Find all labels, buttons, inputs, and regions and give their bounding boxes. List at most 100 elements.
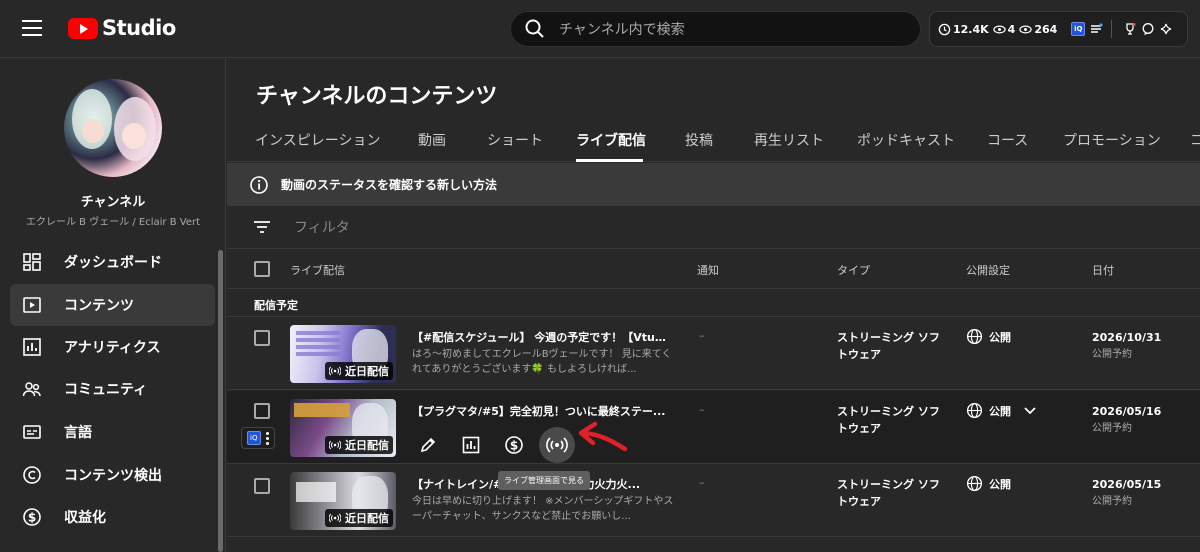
list-icon[interactable] xyxy=(1089,22,1103,36)
sidebar-item-content-detection[interactable]: コンテンツ検出 xyxy=(10,454,215,496)
tab-playlists[interactable]: 再生リスト xyxy=(754,130,824,150)
viewers-stat: 264 xyxy=(1019,23,1057,36)
video-thumbnail[interactable]: 近日配信 xyxy=(290,399,396,457)
upcoming-badge: 近日配信 xyxy=(325,436,393,454)
column-notify[interactable]: 通知 xyxy=(697,262,719,278)
more-options-icon[interactable] xyxy=(266,431,270,445)
info-banner[interactable]: 動画のステータスを確認する新しい方法 xyxy=(227,163,1200,206)
community-icon xyxy=(22,382,41,397)
sidebar-item-content[interactable]: コンテンツ xyxy=(10,284,215,326)
content-icon xyxy=(23,297,41,313)
monetization-button[interactable]: $ xyxy=(496,427,532,463)
stream-type: ストリーミング ソフ トウェア xyxy=(837,405,940,435)
analytics-icon xyxy=(23,338,41,356)
table-row[interactable]: 近日配信 【#配信スケジュール】 今週の予定です！【Vtub... はろ～初めま… xyxy=(227,317,1200,390)
sidebar-item-monetization[interactable]: $ 収益化 xyxy=(10,496,215,538)
notify-value: – xyxy=(699,476,705,489)
filter-bar[interactable]: フィルタ xyxy=(227,206,1200,249)
column-visibility[interactable]: 公開設定 xyxy=(966,262,1010,278)
live-icon xyxy=(329,440,341,450)
section-header: 配信予定 xyxy=(227,289,1200,317)
chat-icon[interactable] xyxy=(1141,22,1155,36)
dollar-icon: $ xyxy=(23,508,41,526)
column-type[interactable]: タイプ xyxy=(837,262,870,278)
video-thumbnail[interactable]: 近日配信 xyxy=(290,325,396,383)
upcoming-badge: 近日配信 xyxy=(325,509,393,527)
video-thumbnail[interactable]: 近日配信 xyxy=(290,472,396,530)
sparkle-icon[interactable] xyxy=(1159,22,1173,36)
channel-avatar[interactable] xyxy=(64,79,162,177)
tab-courses[interactable]: コース xyxy=(987,130,1028,150)
video-title[interactable]: 【プラグマタ/#5】完全初見！ついに最終ステー... xyxy=(412,403,672,419)
trophy-icon[interactable] xyxy=(1123,22,1137,36)
stream-type: ストリーミング ソフ トウェア xyxy=(837,478,940,508)
clock-icon xyxy=(938,23,951,35)
sidebar-item-dashboard[interactable]: ダッシュボード xyxy=(10,241,215,283)
row-checkbox[interactable] xyxy=(254,403,270,419)
tab-promotions[interactable]: プロモーション xyxy=(1063,130,1161,150)
active-tab-indicator xyxy=(576,159,643,162)
extension-widget[interactable]: iQ xyxy=(241,427,275,449)
sidebar-item-languages[interactable]: 言語 xyxy=(10,411,215,453)
search-input[interactable]: チャンネル内で検索 xyxy=(510,11,921,47)
top-bar: Studio チャンネル内で検索 12.4K 4 264 iQ xyxy=(0,0,1200,58)
stats-extension-bar[interactable]: 12.4K 4 264 iQ xyxy=(929,11,1188,47)
main-content: チャンネルのコンテンツ インスピレーション 動画 ショート ライブ配信 投稿 再… xyxy=(227,58,1200,552)
tab-shorts[interactable]: ショート xyxy=(487,130,543,150)
column-date[interactable]: 日付 xyxy=(1092,262,1114,278)
notify-value: – xyxy=(699,329,705,342)
info-icon xyxy=(250,175,268,194)
tab-live[interactable]: ライブ配信 xyxy=(576,130,646,150)
search-icon xyxy=(525,19,544,38)
live-control-room-button[interactable] xyxy=(539,427,575,463)
visibility-value[interactable]: 公開 xyxy=(966,475,1011,492)
row-checkbox[interactable] xyxy=(254,478,270,494)
visibility-dropdown[interactable]: 公開 xyxy=(966,402,1037,419)
select-all-checkbox[interactable] xyxy=(254,261,270,277)
sidebar-item-community[interactable]: コミュニティ xyxy=(10,368,215,410)
extension-badge-icon: iQ xyxy=(246,431,261,445)
red-arrow-annotation xyxy=(578,421,628,452)
tab-podcasts[interactable]: ポッドキャスト xyxy=(857,130,955,150)
channel-name: エクレール B ヴェール / Eclair B Vert xyxy=(25,217,201,228)
edit-button[interactable] xyxy=(410,427,446,463)
eye-icon xyxy=(992,25,1006,33)
sidebar-item-analytics[interactable]: アナリティクス xyxy=(10,326,215,368)
visibility-value[interactable]: 公開 xyxy=(966,328,1011,345)
row-checkbox[interactable] xyxy=(254,330,270,346)
globe-icon xyxy=(966,402,983,419)
filter-input[interactable]: フィルタ xyxy=(294,217,350,237)
dashboard-icon xyxy=(23,253,41,271)
filter-icon[interactable] xyxy=(252,219,272,235)
date-value: 2026/05/16 公開予約 xyxy=(1092,405,1162,434)
pencil-icon xyxy=(420,437,436,453)
video-title[interactable]: 【#配信スケジュール】 今週の予定です！【Vtub... xyxy=(412,329,672,345)
studio-logo[interactable]: Studio xyxy=(68,16,176,40)
table-row[interactable]: 近日配信 【ナイトレイン/#85】火力火力火力火力火... 今日は早めに切り上げ… xyxy=(227,464,1200,537)
table-row[interactable]: iQ 近日配信 【プラグマタ/#5】完全初見！ついに最終ステー... $ – ス… xyxy=(227,391,1200,464)
video-description: はろ～初めましてエクレールBヴェールです！ 見に来てくれてありがとうございます🍀… xyxy=(412,349,672,375)
upcoming-badge: 近日配信 xyxy=(325,362,393,380)
extension-badge-icon[interactable]: iQ xyxy=(1071,22,1086,36)
sidebar: チャンネル エクレール B ヴェール / Eclair B Vert ダッシュボ… xyxy=(0,58,226,552)
sidebar-scrollbar[interactable] xyxy=(218,250,223,552)
live-icon xyxy=(329,366,341,376)
row-actions: $ xyxy=(410,427,575,463)
column-stream[interactable]: ライブ配信 xyxy=(290,262,345,278)
live-icon xyxy=(329,513,341,523)
notify-value: – xyxy=(699,403,705,416)
globe-icon xyxy=(966,475,983,492)
tab-videos[interactable]: 動画 xyxy=(418,130,446,150)
eye-icon xyxy=(1019,25,1033,33)
video-description: 今日は早めに切り上げます！ ※メンバーシップギフトやスーパーチャット、サンクスな… xyxy=(412,496,674,522)
analytics-button[interactable] xyxy=(453,427,489,463)
chevron-down-icon[interactable] xyxy=(1023,406,1037,416)
menu-icon[interactable] xyxy=(22,20,42,36)
globe-icon xyxy=(966,328,983,345)
tab-posts[interactable]: 投稿 xyxy=(685,130,713,150)
page-title: チャンネルのコンテンツ xyxy=(256,84,498,109)
tab-overflow[interactable]: コ xyxy=(1190,130,1200,150)
svg-text:$: $ xyxy=(510,439,518,453)
tab-inspiration[interactable]: インスピレーション xyxy=(255,130,380,150)
stream-type: ストリーミング ソフ トウェア xyxy=(837,331,940,361)
